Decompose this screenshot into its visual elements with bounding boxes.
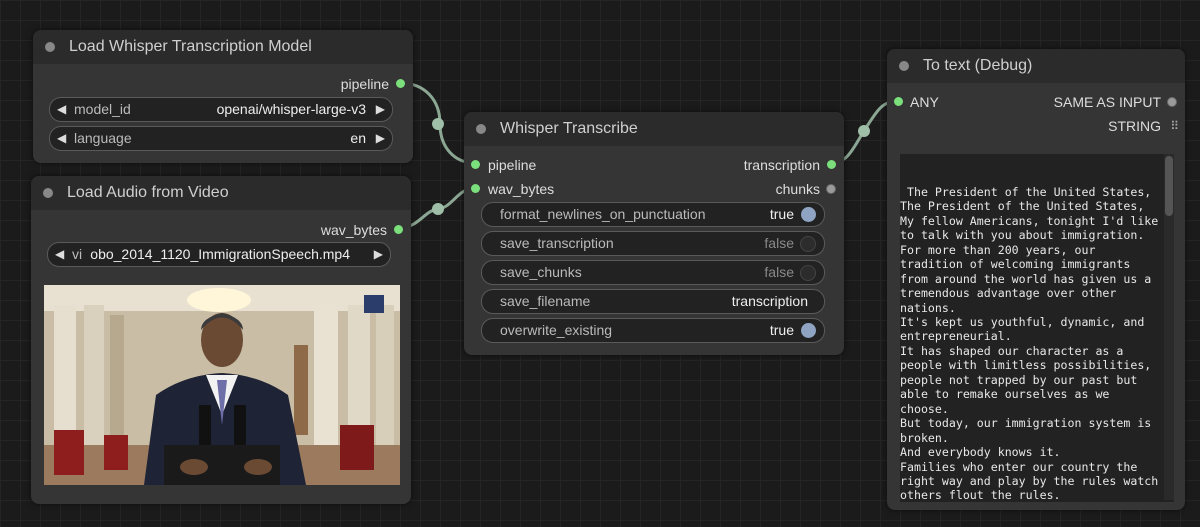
video-frame-icon [44, 285, 400, 485]
input-pin-icon[interactable] [471, 160, 480, 169]
output-pipeline[interactable]: pipeline [341, 76, 405, 92]
widget-value: false [764, 235, 794, 251]
toggle-knob-icon[interactable] [801, 207, 816, 222]
collapse-dot-icon[interactable] [43, 188, 53, 198]
output-pin-icon[interactable] [396, 79, 405, 88]
node-title-bar[interactable]: Whisper Transcribe [464, 112, 844, 146]
toggle-knob-icon[interactable] [800, 265, 816, 281]
save-filename-field[interactable]: save_filename transcription [481, 289, 825, 314]
widget-value: false [764, 264, 794, 280]
collapse-dot-icon[interactable] [45, 42, 55, 52]
arrow-right-icon[interactable]: ▶ [376, 98, 385, 121]
widget-value: true [769, 322, 794, 338]
output-pin-icon[interactable] [826, 184, 836, 194]
input-any[interactable]: ANY [894, 94, 939, 110]
model-id-label: model_id [74, 101, 131, 117]
output-pin-icon[interactable] [394, 225, 403, 234]
toggle-knob-icon[interactable] [801, 323, 816, 338]
node-title-bar[interactable]: Load Whisper Transcription Model [33, 30, 413, 64]
toggle-overwrite-existing[interactable]: overwrite_existing true [481, 318, 825, 343]
arrow-right-icon[interactable]: ▶ [376, 127, 385, 150]
output-pin-icon[interactable] [1167, 97, 1177, 107]
toggle-save-chunks[interactable]: save_chunks false [481, 260, 825, 285]
widget-value: transcription [731, 293, 808, 309]
node-title-bar[interactable]: To text (Debug) [887, 49, 1185, 83]
video-label: vi [72, 246, 83, 262]
debug-text-output[interactable]: The President of the United States, The … [900, 154, 1174, 502]
model-id-combo[interactable]: ◀ model_id openai/whisper-large-v3 ▶ [49, 97, 393, 122]
node-load-audio[interactable]: Load Audio from Video wav_bytes ◀ vi obo… [31, 176, 411, 504]
toggle-knob-icon[interactable] [800, 236, 816, 252]
toggle-save-transcription[interactable]: save_transcription false [481, 231, 825, 256]
output-transcription[interactable]: transcription [744, 157, 836, 173]
arrow-left-icon[interactable]: ◀ [55, 243, 64, 266]
arrow-right-icon[interactable]: ▶ [374, 243, 383, 266]
output-wav-label: wav_bytes [320, 222, 387, 238]
scrollbar-thumb[interactable] [1165, 156, 1173, 216]
collapse-dot-icon[interactable] [476, 124, 486, 134]
node-title: To text (Debug) [923, 57, 1033, 74]
input-any-label: ANY [910, 94, 939, 110]
output-string[interactable]: STRING ⠿ [1108, 118, 1179, 134]
widget-label: overwrite_existing [500, 322, 613, 338]
collapse-dot-icon[interactable] [899, 61, 909, 71]
language-label: language [74, 130, 132, 146]
input-pipeline-label: pipeline [488, 157, 537, 173]
link-transcription-midpoint [858, 125, 870, 137]
output-pin-icon[interactable] [827, 160, 836, 169]
node-title: Load Audio from Video [67, 184, 229, 201]
widget-label: format_newlines_on_punctuation [500, 206, 706, 222]
widget-label: save_transcription [500, 235, 614, 251]
video-value: obo_2014_1120_ImmigrationSpeech.mp4 [90, 246, 350, 262]
output-transcription-label: transcription [743, 157, 820, 173]
input-wav-label: wav_bytes [488, 181, 555, 197]
output-same-label: SAME AS INPUT [1053, 94, 1161, 110]
output-same-as-input[interactable]: SAME AS INPUT [1054, 94, 1177, 110]
widget-label: save_filename [500, 293, 591, 309]
toggle-format-newlines[interactable]: format_newlines_on_punctuation true [481, 202, 825, 227]
arrow-left-icon[interactable]: ◀ [57, 127, 66, 150]
output-chunks-label: chunks [775, 181, 820, 197]
widget-label: save_chunks [500, 264, 582, 280]
node-to-text-debug[interactable]: To text (Debug) ANY SAME AS INPUT STRING… [887, 49, 1185, 510]
node-title: Whisper Transcribe [500, 120, 638, 137]
link-wav-midpoint [432, 203, 444, 215]
output-pipeline-label: pipeline [340, 76, 389, 92]
video-preview [44, 285, 400, 485]
node-whisper-transcribe[interactable]: Whisper Transcribe pipeline transcriptio… [464, 112, 844, 355]
input-wav-bytes[interactable]: wav_bytes [471, 181, 554, 197]
output-chunks[interactable]: chunks [776, 181, 836, 197]
grid-icon[interactable]: ⠿ [1170, 118, 1179, 134]
input-pipeline[interactable]: pipeline [471, 157, 536, 173]
model-id-value: openai/whisper-large-v3 [216, 101, 366, 117]
node-load-whisper-model[interactable]: Load Whisper Transcription Model pipelin… [33, 30, 413, 163]
widget-value: true [769, 206, 794, 222]
node-title: Load Whisper Transcription Model [69, 38, 312, 55]
output-wav-bytes[interactable]: wav_bytes [321, 222, 403, 238]
input-pin-icon[interactable] [894, 97, 903, 106]
input-pin-icon[interactable] [471, 184, 480, 193]
language-combo[interactable]: ◀ language en ▶ [49, 126, 393, 151]
debug-text-content: The President of the United States, The … [900, 184, 1159, 502]
link-pipeline-midpoint [432, 118, 444, 130]
output-string-label: STRING [1108, 118, 1161, 134]
arrow-left-icon[interactable]: ◀ [57, 98, 66, 121]
node-title-bar[interactable]: Load Audio from Video [31, 176, 411, 210]
text-scrollbar[interactable] [1164, 154, 1174, 500]
language-value: en [350, 130, 366, 146]
video-combo[interactable]: ◀ vi obo_2014_1120_ImmigrationSpeech.mp4… [47, 242, 391, 267]
